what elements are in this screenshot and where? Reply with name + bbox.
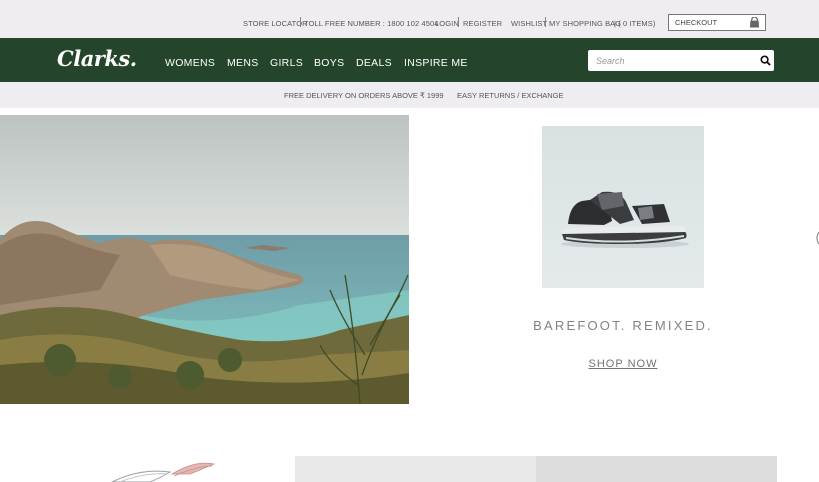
shopping-bag-icon: [749, 17, 760, 28]
checkout-label: CHECKOUT: [675, 18, 718, 27]
promo-tile[interactable]: [536, 456, 777, 482]
nav-item-mens[interactable]: MENS: [227, 57, 259, 69]
shopping-bag-link[interactable]: MY SHOPPING BAG: [549, 19, 621, 28]
login-link[interactable]: LOGIN: [435, 19, 459, 28]
divider: [300, 17, 301, 27]
clarks-logo[interactable]: Clarks.: [57, 46, 137, 71]
divider: [458, 17, 459, 27]
divider: [545, 17, 546, 27]
feather-illustration: [111, 462, 216, 482]
utility-bar: STORE LOCATOR TOLL FREE NUMBER : 1800 10…: [0, 0, 819, 38]
magnifier-icon[interactable]: [760, 55, 771, 66]
promo-tile[interactable]: [295, 456, 536, 482]
toll-free-number: TOLL FREE NUMBER : 1800 102 4504: [304, 19, 439, 28]
nav-item-deals[interactable]: DEALS: [356, 57, 392, 69]
easy-returns-message: EASY RETURNS / EXCHANGE: [457, 91, 564, 100]
bag-item-count: | ( 0 ITEMS): [614, 19, 656, 28]
search-input[interactable]: [588, 50, 748, 71]
shop-now-link[interactable]: SHOP NOW: [560, 358, 686, 370]
promo-strip: FREE DELIVERY ON ORDERS ABOVE ₹ 1999 EAS…: [0, 82, 819, 108]
search-box: [588, 50, 774, 71]
product-image-card[interactable]: [542, 126, 704, 288]
wishlist-link[interactable]: WISHLIST: [511, 19, 547, 28]
nav-item-womens[interactable]: WOMENS: [165, 57, 215, 69]
sandal-image: [561, 191, 689, 248]
free-delivery-message: FREE DELIVERY ON ORDERS ABOVE ₹ 1999: [284, 91, 444, 100]
carousel-next-icon[interactable]: [813, 228, 819, 248]
hero-headline: BAREFOOT. REMIXED.: [533, 318, 713, 333]
checkout-button[interactable]: CHECKOUT: [668, 14, 766, 31]
nav-item-girls[interactable]: GIRLS: [270, 57, 303, 69]
store-locator-link[interactable]: STORE LOCATOR: [243, 19, 308, 28]
nav-item-boys[interactable]: BOYS: [314, 57, 344, 69]
hero-landscape-image[interactable]: [0, 115, 409, 404]
nav-item-inspire-me[interactable]: INSPIRE ME: [404, 57, 468, 69]
main-nav: Clarks. WOMENS MENS GIRLS BOYS DEALS INS…: [0, 38, 819, 82]
register-link[interactable]: REGISTER: [463, 19, 502, 28]
